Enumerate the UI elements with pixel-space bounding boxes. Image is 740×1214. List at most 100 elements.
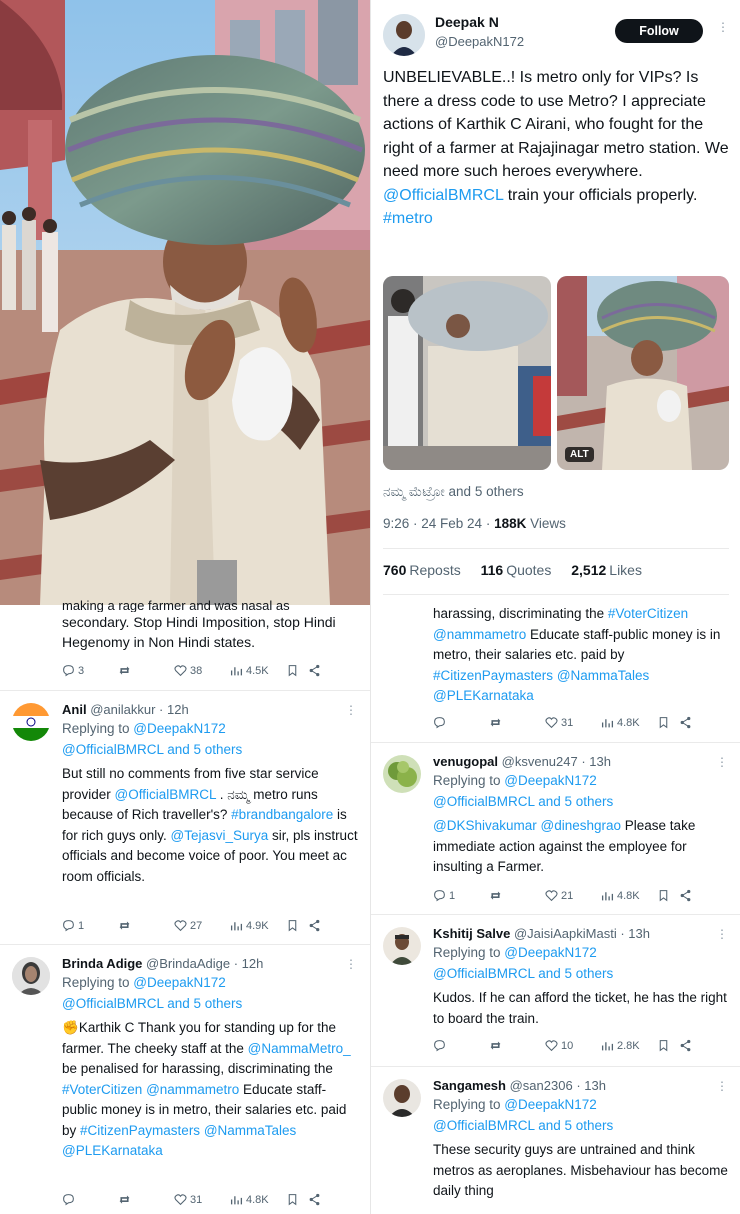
reply-venugopal[interactable]: ⋮ venugopal @ksvenu247 · 13h Replying to… [371,742,740,914]
alt-badge[interactable]: ALT [565,447,594,462]
replying-others-link[interactable]: @OfficialBMRCL and 5 others [433,966,613,981]
like-button[interactable]: 31 [545,716,601,729]
hashtag-link[interactable]: #CitizenPaymasters [80,1123,200,1138]
share-button[interactable] [308,1193,330,1206]
share-icon [680,1039,691,1052]
replying-others-link[interactable]: @OfficialBMRCL and 5 others [62,996,242,1011]
reply-button[interactable] [433,1039,489,1052]
repost-button[interactable] [489,1039,545,1052]
bookmark-button[interactable] [657,716,679,729]
mention-link[interactable]: @OfficialBMRCL [383,187,503,204]
avatar[interactable] [383,14,425,56]
repost-button[interactable] [118,1193,174,1206]
reply-button[interactable]: 1 [62,919,118,932]
share-button[interactable] [308,664,330,677]
author-name[interactable]: Deepak N [435,14,499,30]
hashtag-link[interactable]: #CitizenPaymasters [433,668,553,683]
avatar[interactable] [383,1079,421,1117]
repost-button[interactable] [118,664,174,677]
mention-link[interactable]: @nammametro [146,1082,239,1097]
replying-others-link[interactable]: @OfficialBMRCL and 5 others [433,794,613,809]
bookmark-button[interactable] [657,889,679,902]
reply-button[interactable] [62,1193,118,1206]
user-handle[interactable]: @san2306 [510,1078,573,1093]
views-button[interactable]: 4.8K [601,716,657,729]
mention-link[interactable]: @NammaTales [204,1123,296,1138]
avatar[interactable] [12,703,50,741]
follow-button[interactable]: Follow [615,19,703,43]
mention-link[interactable]: @Tejasvi_Surya [171,828,269,843]
like-button[interactable]: 10 [545,1039,601,1052]
user-name[interactable]: Kshitij Salve [433,926,510,941]
tweet-time[interactable]: 9:26 · 24 Feb 24 · [383,516,494,531]
user-name[interactable]: venugopal [433,754,498,769]
mention-link[interactable]: @NammaTales [557,668,649,683]
hashtag-link[interactable]: #VoterCitizen [62,1082,142,1097]
author-handle[interactable]: @DeepakN172 [435,34,524,49]
bookmark-button[interactable] [286,919,308,932]
bookmark-button[interactable] [286,664,308,677]
views-button[interactable]: 4.8K [230,1193,286,1206]
user-handle[interactable]: @ksvenu247 [502,754,578,769]
more-icon[interactable]: ⋮ [717,20,729,34]
replying-others-link[interactable]: @OfficialBMRCL and 5 others [62,742,242,757]
share-button[interactable] [679,1039,701,1052]
views-button[interactable]: 4.9K [230,919,286,932]
user-name[interactable]: Sangamesh [433,1078,506,1093]
reply-anil[interactable]: ⋮ Anil @anilakkur · 12h Replying to @Dee… [0,690,370,942]
like-button[interactable]: 21 [545,889,601,902]
mention-link[interactable]: @nammametro [433,627,526,642]
user-handle[interactable]: @JaisiAapkiMasti [514,926,617,941]
reply-button[interactable]: 1 [433,889,489,902]
hashtag-link[interactable]: #brandbangalore [231,807,333,822]
avatar[interactable] [383,755,421,793]
user-name[interactable]: Brinda Adige [62,956,142,971]
replying-to-link[interactable]: @DeepakN172 [504,773,597,788]
avatar[interactable] [383,927,421,965]
reposts-stat[interactable]: 760 Reposts [383,562,461,578]
views-count: 4.8K [617,889,640,902]
mention-link[interactable]: @PLEKarnataka [433,688,534,703]
hashtag-link[interactable]: #VoterCitizen [608,606,688,621]
user-name[interactable]: Anil [62,702,87,717]
hashtag-link[interactable]: #metro [383,210,433,227]
repost-button[interactable] [489,889,545,902]
replying-to-link[interactable]: @DeepakN172 [504,1097,597,1112]
likes-stat[interactable]: 2,512 Likes [571,562,642,578]
views-button[interactable]: 2.8K [601,1039,657,1052]
mention-link[interactable]: @NammaMetro_ [248,1041,351,1056]
tweet-media-2[interactable]: ALT [557,276,729,470]
user-handle[interactable]: @BrindaAdige [146,956,230,971]
bookmark-button[interactable] [286,1193,308,1206]
mention-link[interactable]: @DKShivakumar [433,818,537,833]
like-button[interactable]: 27 [174,919,230,932]
reply-button[interactable] [433,716,489,729]
avatar[interactable] [12,957,50,995]
mention-link[interactable]: @PLEKarnataka [62,1143,163,1158]
share-button[interactable] [679,889,701,902]
bookmark-button[interactable] [657,1039,679,1052]
replying-to-link[interactable]: @DeepakN172 [133,721,226,736]
like-button[interactable]: 31 [174,1193,230,1206]
reply-kshitij-salve[interactable]: ⋮ Kshitij Salve @JaisiAapkiMasti · 13h R… [371,914,740,1066]
like-button[interactable]: 38 [174,664,230,677]
repost-button[interactable] [118,919,174,932]
liked-by[interactable]: ನಮ್ಮ ಮೆಟ್ರೋ and 5 others [383,484,524,500]
replying-others-link[interactable]: @OfficialBMRCL and 5 others [433,1118,613,1133]
mention-link[interactable]: @OfficialBMRCL [115,787,216,802]
reply-sangamesh[interactable]: ⋮ Sangamesh @san2306 · 13h Replying to @… [371,1066,740,1214]
user-handle[interactable]: @anilakkur [90,702,155,717]
replying-to-link[interactable]: @DeepakN172 [504,945,597,960]
share-button[interactable] [308,919,330,932]
repost-button[interactable] [489,716,545,729]
replying-to-link[interactable]: @DeepakN172 [133,975,226,990]
share-button[interactable] [679,716,701,729]
reply-button[interactable]: 3 [62,664,118,677]
tweet-media-1[interactable] [383,276,551,470]
views-button[interactable]: 4.5K [230,664,286,677]
mention-link[interactable]: @dineshgrao [541,818,622,833]
farmer-photo[interactable] [0,0,370,605]
views-button[interactable]: 4.8K [601,889,657,902]
quotes-stat[interactable]: 116 Quotes [481,562,552,578]
reply-brinda-adige[interactable]: ⋮ Brinda Adige @BrindaAdige · 12h Replyi… [0,944,370,1214]
